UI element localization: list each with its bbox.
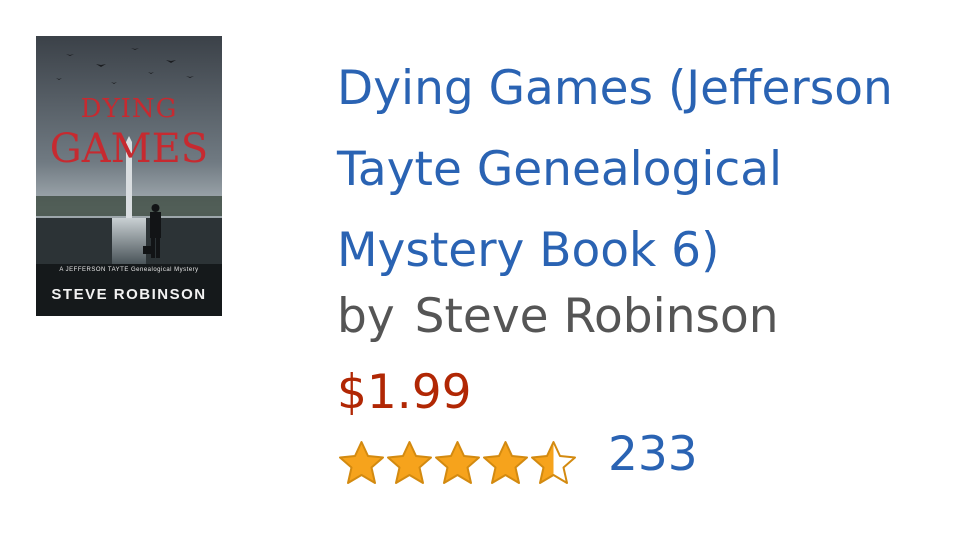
cover-author: STEVE ROBINSON: [51, 286, 207, 303]
byline: by Steve Robinson: [337, 286, 952, 348]
by-label: by: [337, 289, 395, 344]
author-name[interactable]: Steve Robinson: [415, 289, 779, 344]
star-full-icon: [483, 441, 528, 484]
book-cover-image[interactable]: DYING GAMES A JEFFERSON TAYTE Genealogic…: [36, 36, 222, 316]
cover-series-line: A JEFFERSON TAYTE Genealogical Mystery: [59, 267, 199, 273]
rating-row: 233: [337, 427, 952, 488]
book-title-link[interactable]: Dying Games (Jefferson Tayte Genealogica…: [337, 48, 952, 291]
star-rating[interactable]: [337, 440, 577, 486]
review-count-link[interactable]: 233: [608, 426, 698, 484]
cover-artwork: [36, 36, 222, 316]
cover-title-line1: DYING: [80, 94, 178, 124]
star-full-icon: [339, 441, 384, 484]
star-full-icon: [435, 441, 480, 484]
price: $1.99: [337, 365, 472, 420]
star-full-icon: [387, 441, 432, 484]
book-info: Dying Games (Jefferson Tayte Genealogica…: [337, 48, 952, 488]
star-half-icon: [531, 441, 576, 484]
cover-title-line2: GAMES: [49, 126, 209, 172]
